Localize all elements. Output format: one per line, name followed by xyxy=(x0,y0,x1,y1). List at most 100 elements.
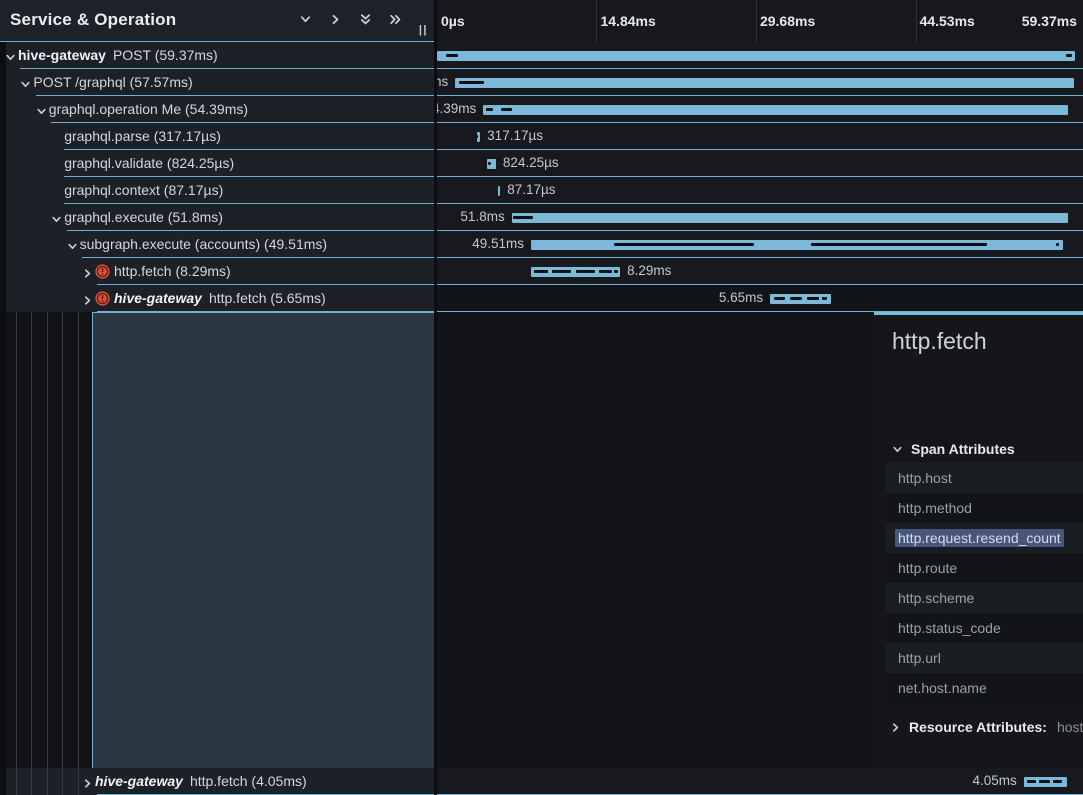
tree-row-0[interactable]: hive-gatewayPOST (59.37ms) xyxy=(0,42,434,69)
axis-tick-2: 29.68ms xyxy=(760,13,815,29)
chevron-down-icon xyxy=(892,442,903,453)
chevron-right-icon xyxy=(890,720,901,731)
span-bar[interactable] xyxy=(437,51,1075,61)
span-bar[interactable] xyxy=(498,186,500,196)
attribute-row-http.url: http.url"http://localhost:4011/" xyxy=(886,643,1083,673)
timeline-row-0[interactable] xyxy=(437,42,1083,69)
tree-row-1[interactable]: POST /graphql (57.57ms) xyxy=(0,69,434,96)
attribute-key: http.url xyxy=(898,650,1083,666)
operation-name: graphql.operation Me (54.39ms) xyxy=(49,101,248,117)
tree-row-7[interactable]: subgraph.execute (accounts) (49.51ms) xyxy=(0,231,434,258)
attribute-row-http.request.resend_count: http.request.resend_count1 xyxy=(886,523,1083,553)
chevron-down-icon[interactable] xyxy=(67,239,78,250)
span-label: graphql.operation Me (54.39ms) xyxy=(49,101,248,117)
chevron-down-icon[interactable] xyxy=(5,50,16,61)
chevron-right-icon[interactable] xyxy=(82,776,93,787)
tree-row-2[interactable]: graphql.operation Me (54.39ms) xyxy=(0,96,434,123)
span-duration-label: 4.05ms xyxy=(973,773,1017,788)
span-label: graphql.parse (317.17µs) xyxy=(64,128,221,144)
resource-attributes-label: Resource Attributes: xyxy=(909,719,1047,735)
span-duration-label: 49.51ms xyxy=(472,236,524,251)
operation-name: POST /graphql (57.57ms) xyxy=(33,74,192,90)
span-bar[interactable] xyxy=(455,78,1074,88)
operation-name: graphql.context (87.17µs) xyxy=(64,182,223,198)
span-detail-title: http.fetch xyxy=(892,328,987,355)
tree-row-3[interactable]: graphql.parse (317.17µs) xyxy=(0,123,434,150)
span-tree-panel: Service & Operation hive-gatewayPOST (59… xyxy=(0,0,434,795)
chevron-right-icon[interactable] xyxy=(82,266,93,277)
span-bar-child-mark xyxy=(790,297,803,300)
tree-row-9[interactable]: hive-gatewayhttp.fetch (5.65ms) xyxy=(0,285,434,312)
tree-row-5[interactable]: graphql.context (87.17µs) xyxy=(0,177,434,204)
span-bar[interactable] xyxy=(483,105,1068,115)
span-label: subgraph.execute (accounts) (49.51ms) xyxy=(80,236,327,252)
attribute-key: http.status_code xyxy=(898,620,1083,636)
timeline-row-9[interactable]: 5.65ms xyxy=(437,285,1083,312)
attribute-row-http.status_code: http.status_code429 xyxy=(886,613,1083,643)
span-duration-label: 54.39ms xyxy=(437,101,476,116)
attribute-row-http.method: http.method"POST" xyxy=(886,493,1083,523)
expand-all-icon[interactable] xyxy=(389,13,402,26)
tree-left-gutter xyxy=(0,42,6,795)
panel-resize-handle[interactable]: || xyxy=(419,24,428,36)
timeline-row-3[interactable]: 317.17µs xyxy=(437,123,1083,150)
operation-name: graphql.execute (51.8ms) xyxy=(64,209,223,225)
span-label: graphql.validate (824.25µs) xyxy=(64,155,234,171)
span-bar[interactable] xyxy=(512,213,1069,223)
span-bar-child-mark xyxy=(811,243,987,246)
chevron-down-icon[interactable] xyxy=(36,104,47,115)
collapse-one-icon[interactable] xyxy=(299,13,312,26)
timeline-row-6[interactable]: 51.8ms xyxy=(437,204,1083,231)
tree-row-bottom[interactable]: hive-gatewayhttp.fetch (4.05ms) xyxy=(0,768,434,795)
timeline-row-5[interactable]: 87.17µs xyxy=(437,177,1083,204)
service-name: hive-gateway xyxy=(114,290,202,306)
span-bar-child-mark xyxy=(614,270,617,273)
chevron-down-icon[interactable] xyxy=(51,212,62,223)
timeline-row-4[interactable]: 824.25µs xyxy=(437,150,1083,177)
service-name: hive-gateway xyxy=(95,773,183,789)
span-attributes-header[interactable]: Span Attributes xyxy=(892,441,1015,457)
span-label: graphql.execute (51.8ms) xyxy=(64,209,223,225)
span-duration-label: 8.29ms xyxy=(627,263,671,278)
span-bar-child-mark xyxy=(807,297,819,300)
span-bar-child-mark xyxy=(576,270,595,273)
operation-name: subgraph.execute (accounts) (49.51ms) xyxy=(80,236,327,252)
span-bar-child-mark xyxy=(1053,780,1062,783)
collapse-all-icon[interactable] xyxy=(359,13,372,26)
span-duration-label: 57.57ms xyxy=(437,74,448,89)
indent-guide-3 xyxy=(62,312,63,795)
timeline-row-2[interactable]: 54.39ms xyxy=(437,96,1083,123)
tree-row-4[interactable]: graphql.validate (824.25µs) xyxy=(0,150,434,177)
span-bar-child-mark xyxy=(1056,243,1059,246)
attribute-row-net.host.name: net.host.name"localhost" xyxy=(886,673,1083,703)
span-bar-child-mark xyxy=(552,270,571,273)
indent-guide-0 xyxy=(16,312,17,795)
timeline-row-1[interactable]: 57.57ms xyxy=(437,69,1083,96)
attribute-key-selection: http.request.resend_count xyxy=(895,529,1064,547)
timeline-row-7[interactable]: 49.51ms xyxy=(437,231,1083,258)
span-label: graphql.context (87.17µs) xyxy=(64,182,223,198)
expand-one-icon[interactable] xyxy=(329,13,342,26)
timeline-row-bottom[interactable]: 4.05ms xyxy=(437,768,1083,795)
span-bar-child-mark xyxy=(599,270,612,273)
span-duration-label: 824.25µs xyxy=(503,155,559,170)
attribute-row-http.route: http.route"/" xyxy=(886,553,1083,583)
span-bar-child-mark xyxy=(774,297,785,300)
span-duration-label: 317.17µs xyxy=(487,128,543,143)
timeline-axis-header: 0µs14.84ms29.68ms44.53ms59.37ms xyxy=(437,0,1083,42)
span-bar-child-mark xyxy=(486,108,494,111)
indent-guide-2 xyxy=(47,312,48,795)
span-duration-label: 87.17µs xyxy=(507,182,555,197)
axis-tick-4: 59.37ms xyxy=(1022,13,1077,29)
chevron-right-icon[interactable] xyxy=(82,293,93,304)
operation-name: graphql.parse (317.17µs) xyxy=(64,128,221,144)
span-bar-child-mark xyxy=(488,162,491,165)
span-bar-child-mark xyxy=(1027,780,1036,783)
timeline-row-8[interactable]: 8.29ms xyxy=(437,258,1083,285)
chevron-down-icon[interactable] xyxy=(20,77,31,88)
tree-row-6[interactable]: graphql.execute (51.8ms) xyxy=(0,204,434,231)
attribute-row-http.scheme: http.scheme"http:" xyxy=(886,583,1083,613)
tree-row-8[interactable]: http.fetch (8.29ms) xyxy=(0,258,434,285)
resource-attributes-row[interactable]: Resource Attributes:host.arch=arm64host.… xyxy=(890,719,1083,735)
span-bar-child-mark xyxy=(1039,780,1050,783)
